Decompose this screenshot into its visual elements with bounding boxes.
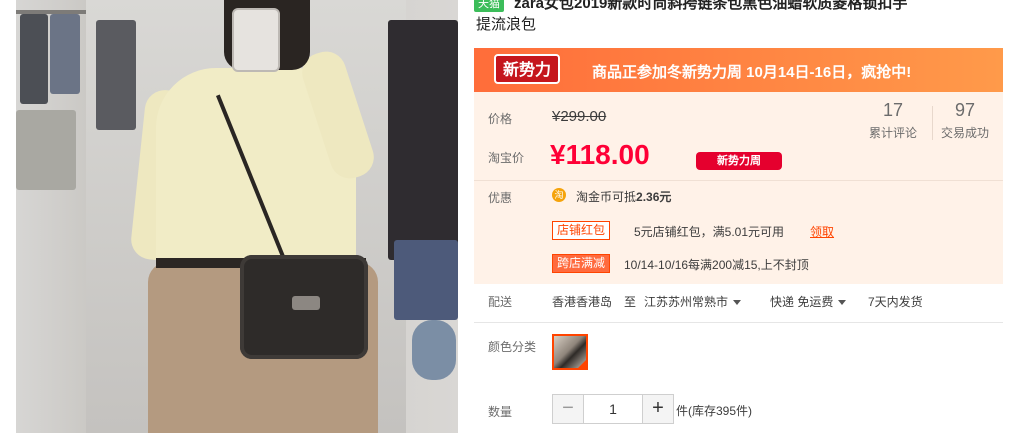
tmall-badge: 天猫 [474, 0, 504, 12]
color-row: 颜色分类 [474, 326, 1003, 386]
taobao-price-label: 淘宝价 [488, 151, 525, 165]
product-title: zara女包2019新款时尚斜挎链条包黑色油蜡软质菱格锁扣手 [514, 0, 908, 12]
product-title-line2: 提流浪包 [476, 16, 537, 33]
ship-to-dropdown[interactable]: 江苏苏州常熟市 [644, 293, 742, 310]
offers-label: 优惠 [488, 191, 513, 205]
ship-to-word: 至 [624, 295, 637, 309]
cross-shop-text: 10/14-10/16每满200减15,上不封顶 [624, 258, 809, 272]
price-panel: 价格 ¥299.00 17 累计评论 97 交易成功 淘宝价 ¥118.00 新… [474, 92, 1003, 284]
chevron-down-icon [838, 300, 847, 306]
shipping-row: 配送 香港香港岛 至 江苏苏州常熟市 快递 免运费 7天内发货 [474, 286, 1003, 323]
quantity-input[interactable]: 1 [584, 394, 642, 424]
patterned-skirt [394, 240, 458, 320]
hanging-clothes [20, 14, 48, 104]
increase-button[interactable]: + [642, 394, 674, 424]
selected-check-icon [577, 359, 587, 369]
event-price-tag: 新势力周 [696, 152, 782, 170]
hanging-clothes [388, 20, 458, 260]
chevron-down-icon [733, 300, 742, 306]
bag-clasp [292, 296, 320, 310]
quantity-label: 数量 [488, 405, 513, 419]
sales-count[interactable]: 97 交易成功 [930, 100, 1000, 141]
stock-text: 件(库存395件) [676, 404, 753, 418]
price-label: 价格 [488, 112, 513, 126]
promo-banner[interactable]: 新势力周 商品正参加冬新势力周 10月14日-16日，疯抢中! [474, 48, 1003, 109]
hanging-clothes [50, 14, 80, 94]
product-main-image[interactable] [16, 0, 458, 433]
promo-badge: 新势力周 [494, 54, 560, 109]
cross-shop-tag: 跨店满减 [552, 254, 611, 273]
review-count-value: 17 [882, 100, 904, 120]
coin-offer-amount: 2.36元 [636, 190, 672, 204]
original-price: ¥299.00 [552, 108, 607, 125]
color-swatch-selected[interactable] [552, 334, 588, 370]
vase-decoration [412, 320, 456, 380]
claim-coupon-link[interactable]: 领取 [810, 223, 834, 240]
shipping-label: 配送 [488, 295, 513, 309]
folded-clothes [16, 110, 76, 190]
phone-icon [232, 8, 280, 72]
shop-coupon-text: 5元店铺红包，满5.01元可用 [634, 225, 785, 239]
shop-coupon-tag: 店铺红包 [552, 221, 611, 240]
sales-count-value: 97 [954, 100, 976, 120]
sales-count-label: 交易成功 [940, 126, 989, 140]
ship-method: 快递 免运费 [770, 295, 834, 309]
current-price: ¥118.00 [550, 139, 650, 170]
quantity-row: 数量 − 1 + 件(库存395件) [474, 394, 1003, 430]
ship-time: 7天内发货 [868, 295, 923, 309]
decrease-button[interactable]: − [552, 394, 584, 424]
coin-offer-text: 淘金币可抵2.36元 [576, 188, 671, 205]
hanging-clothes [96, 20, 136, 130]
ship-method-dropdown[interactable]: 快递 免运费 [770, 293, 847, 310]
promo-text: 商品正参加冬新势力周 10月14日-16日，疯抢中! [592, 64, 912, 81]
divider [474, 180, 1003, 181]
taobao-coin-icon: 淘 [552, 188, 566, 202]
quantity-stepper: − 1 + [552, 394, 674, 424]
review-count[interactable]: 17 累计评论 [858, 100, 928, 141]
ship-from: 香港香港岛 [552, 295, 613, 309]
review-count-label: 累计评论 [868, 126, 917, 140]
ship-to: 江苏苏州常熟市 [644, 295, 729, 309]
coin-offer-prefix: 淘金币可抵 [576, 190, 637, 204]
color-label: 颜色分类 [488, 340, 537, 354]
